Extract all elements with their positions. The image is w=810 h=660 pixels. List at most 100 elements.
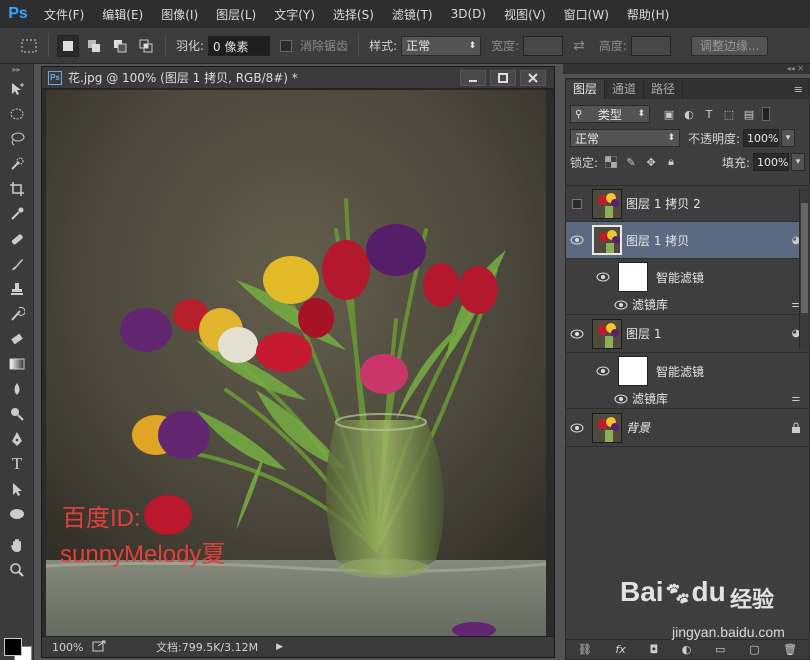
menu-window[interactable]: 窗口(W) <box>558 6 615 23</box>
fill-input[interactable]: 100% <box>753 153 789 171</box>
eye-icon[interactable] <box>592 272 614 282</box>
panel-grip-icon[interactable]: ▸▸ <box>0 64 33 76</box>
menu-3d[interactable]: 3D(D) <box>445 7 492 21</box>
layer-name[interactable]: 图层 1 <box>626 325 789 342</box>
layer-name[interactable]: 背景 <box>626 419 789 436</box>
eraser-icon[interactable] <box>0 326 34 351</box>
layer-row[interactable]: 图层 1 拷贝 2 <box>566 186 809 222</box>
canvas-area[interactable]: 百度ID: sunnyMelody夏 <box>42 90 554 636</box>
opacity-dropdown-icon[interactable]: ▾ <box>781 129 796 147</box>
brush-tool-icon[interactable] <box>0 251 34 276</box>
status-menu-arrow-icon[interactable]: ▶ <box>276 642 283 652</box>
history-brush-icon[interactable] <box>0 301 34 326</box>
eye-icon[interactable] <box>592 366 614 376</box>
adjustment-filter-icon[interactable]: ◐ <box>682 107 696 121</box>
visibility-toggle[interactable] <box>566 198 588 209</box>
type-filter-icon[interactable]: T <box>702 107 716 121</box>
lock-all-icon[interactable]: 🔒︎ <box>664 155 678 169</box>
smart-filter-row[interactable]: 智能滤镜 <box>566 353 809 389</box>
elliptical-marquee-icon[interactable] <box>0 101 34 126</box>
lock-transparency-icon[interactable] <box>604 155 618 169</box>
pixel-filter-icon[interactable]: ▣ <box>662 107 676 121</box>
menu-help[interactable]: 帮助(H) <box>621 6 675 23</box>
close-button[interactable] <box>520 69 546 86</box>
pen-tool-icon[interactable] <box>0 426 34 451</box>
eye-icon[interactable] <box>566 235 588 245</box>
menu-select[interactable]: 选择(S) <box>327 6 380 23</box>
zoom-level[interactable]: 100% <box>42 641 86 654</box>
path-selection-icon[interactable] <box>0 476 34 501</box>
blend-mode-select[interactable]: 正常 ⬍ <box>570 129 680 147</box>
layers-scrollbar[interactable] <box>799 189 809 349</box>
opacity-input[interactable]: 100% <box>743 129 780 147</box>
subtract-selection-icon[interactable] <box>109 35 131 57</box>
dodge-tool-icon[interactable] <box>0 401 34 426</box>
link-layers-icon[interactable]: ⛓ <box>578 643 592 656</box>
tab-channels[interactable]: 通道 <box>605 80 645 99</box>
clone-stamp-icon[interactable] <box>0 276 34 301</box>
quick-selection-icon[interactable] <box>0 151 34 176</box>
filter-mask-thumbnail[interactable] <box>618 356 648 386</box>
hand-tool-icon[interactable] <box>0 532 34 557</box>
new-selection-icon[interactable] <box>57 34 79 57</box>
filter-mask-thumbnail[interactable] <box>618 262 648 292</box>
menu-edit[interactable]: 编辑(E) <box>96 6 149 23</box>
kind-filter-select[interactable]: ⚲ 类型 ⬍ <box>570 105 650 123</box>
intersect-selection-icon[interactable] <box>135 35 157 57</box>
fill-dropdown-icon[interactable]: ▾ <box>791 153 805 171</box>
filter-row[interactable]: 滤镜库 ⚌ <box>566 295 809 315</box>
height-input[interactable] <box>630 35 671 56</box>
ellipse-shape-icon[interactable] <box>0 501 34 526</box>
layer-row-background[interactable]: 背景 <box>566 409 809 447</box>
antialias-checkbox[interactable] <box>280 39 293 52</box>
width-input[interactable] <box>523 35 564 56</box>
layer-name[interactable]: 图层 1 拷贝 2 <box>626 195 809 212</box>
maximize-button[interactable] <box>490 69 516 86</box>
panel-menu-icon[interactable]: ≡ <box>794 80 803 99</box>
feather-input[interactable]: 0 像素 <box>208 35 271 56</box>
zoom-tool-icon[interactable] <box>0 557 34 582</box>
gradient-tool-icon[interactable] <box>0 351 34 376</box>
eyedropper-icon[interactable] <box>0 201 34 226</box>
menu-type[interactable]: 文字(Y) <box>268 6 321 23</box>
healing-brush-icon[interactable] <box>0 226 34 251</box>
eye-icon[interactable] <box>566 329 588 339</box>
lock-position-icon[interactable]: ✥ <box>644 155 658 169</box>
scrollbar-thumb[interactable] <box>801 203 808 313</box>
lock-pixels-icon[interactable]: ✎ <box>624 155 638 169</box>
smartobject-filter-icon[interactable]: ▤ <box>742 107 756 121</box>
refine-edge-button[interactable]: 调整边缘... <box>690 35 769 56</box>
collapse-panels-icon[interactable]: ◂◂ ✕ <box>563 64 810 74</box>
menu-filter[interactable]: 滤镜(T) <box>386 6 439 23</box>
menu-file[interactable]: 文件(F) <box>38 6 90 23</box>
minimize-button[interactable] <box>460 69 486 86</box>
filter-toggle[interactable] <box>762 107 770 121</box>
layer-row-selected[interactable]: 图层 1 拷贝 ◕ <box>566 222 809 259</box>
eye-icon[interactable] <box>610 300 632 310</box>
layer-row[interactable]: 图层 1 ◕ <box>566 315 809 353</box>
swap-dimensions-icon[interactable]: ⇄ <box>573 38 585 54</box>
shape-filter-icon[interactable]: ⬚ <box>722 107 736 121</box>
smart-filter-row[interactable]: 智能滤镜 <box>566 259 809 295</box>
menu-layer[interactable]: 图层(L) <box>210 6 262 23</box>
style-select[interactable]: 正常 ⬍ <box>401 35 482 56</box>
filter-row[interactable]: 滤镜库 ⚌ <box>566 389 809 409</box>
move-tool-icon[interactable] <box>0 76 34 101</box>
filter-options-icon[interactable]: ⚌ <box>789 392 803 406</box>
layer-name[interactable]: 图层 1 拷贝 <box>626 232 789 249</box>
type-tool-icon[interactable]: T <box>0 451 34 476</box>
marquee-preset-icon[interactable] <box>18 35 40 57</box>
add-selection-icon[interactable] <box>83 35 105 57</box>
blur-tool-icon[interactable] <box>0 376 34 401</box>
foreground-color-swatch[interactable] <box>4 638 22 656</box>
export-icon[interactable] <box>92 640 106 655</box>
eye-icon[interactable] <box>566 423 588 433</box>
menu-view[interactable]: 视图(V) <box>498 6 552 23</box>
document-titlebar[interactable]: Ps 花.jpg @ 100% (图层 1 拷贝, RGB/8#) * <box>42 67 554 89</box>
lasso-tool-icon[interactable] <box>0 126 34 151</box>
tab-paths[interactable]: 路径 <box>644 80 684 99</box>
tab-layers[interactable]: 图层 <box>566 80 606 99</box>
menu-image[interactable]: 图像(I) <box>155 6 204 23</box>
eye-icon[interactable] <box>610 394 632 404</box>
crop-tool-icon[interactable] <box>0 176 34 201</box>
